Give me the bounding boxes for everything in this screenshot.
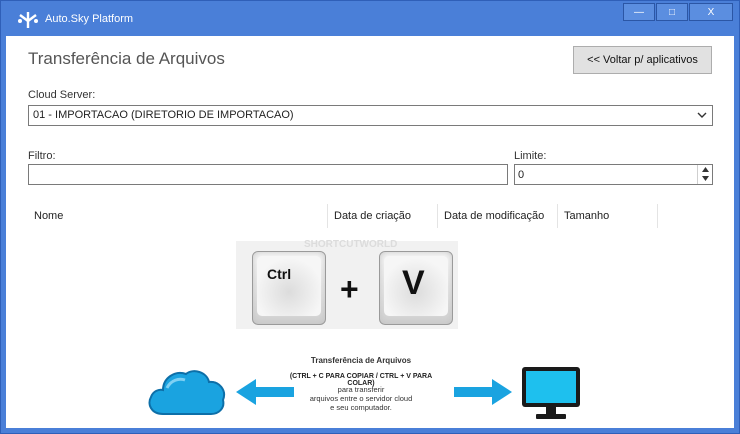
- window-title: Auto.Sky Platform: [45, 13, 134, 25]
- limit-value: 0: [518, 169, 525, 181]
- stepper-buttons: [697, 165, 712, 184]
- main-content: Transferência de Arquivos << Voltar p/ a…: [6, 36, 734, 428]
- title-bar[interactable]: Auto.Sky Platform — □ X: [1, 1, 739, 36]
- v-key: V: [379, 251, 453, 325]
- page-title: Transferência de Arquivos: [28, 49, 225, 68]
- v-key-label: V: [402, 264, 425, 302]
- caret-up-icon: [701, 167, 709, 172]
- caret-down-icon: [701, 176, 709, 181]
- info-title: Transferência de Arquivos: [310, 356, 412, 365]
- cloud-icon: [148, 370, 225, 415]
- increment-button[interactable]: [698, 165, 712, 174]
- monitor-icon: [522, 367, 580, 419]
- close-button[interactable]: X: [689, 3, 733, 21]
- paste-shortcut-illustration: SHORTCUTWORLD Ctrl + V: [236, 239, 458, 329]
- filter-input[interactable]: [28, 164, 508, 185]
- autosky-logo-icon: [18, 12, 38, 28]
- watermark: SHORTCUTWORLD: [304, 239, 398, 250]
- decrement-button[interactable]: [698, 174, 712, 183]
- limit-stepper[interactable]: 0: [514, 164, 713, 185]
- ctrl-key-label: Ctrl: [267, 266, 292, 282]
- cloud-server-select[interactable]: 01 - IMPORTACAO (DIRETORIO DE IMPORTACAO…: [28, 105, 713, 126]
- limit-label: Limite:: [514, 150, 547, 162]
- maximize-button[interactable]: □: [656, 3, 688, 21]
- minimize-button[interactable]: —: [623, 3, 655, 21]
- cloud-server-label: Cloud Server:: [28, 89, 96, 101]
- column-header-name[interactable]: Nome: [28, 204, 328, 228]
- window-controls: — □ X: [622, 3, 733, 21]
- info-description: para transferir arquivos entre o servido…: [309, 385, 413, 412]
- app-window: Auto.Sky Platform — □ X Transferência de…: [0, 0, 740, 434]
- file-grid-header: Nome Data de criação Data de modificação…: [28, 204, 718, 228]
- column-header-modified[interactable]: Data de modificação: [438, 204, 558, 228]
- arrow-right-icon: [454, 379, 512, 405]
- filter-label: Filtro:: [28, 150, 56, 162]
- back-to-apps-button[interactable]: << Voltar p/ aplicativos: [573, 46, 712, 74]
- plus-sign: +: [340, 271, 359, 307]
- column-header-created[interactable]: Data de criação: [328, 204, 438, 228]
- ctrl-key: Ctrl: [252, 251, 326, 325]
- cloud-server-value: 01 - IMPORTACAO (DIRETORIO DE IMPORTACAO…: [33, 109, 294, 121]
- chevron-down-icon[interactable]: [697, 109, 707, 121]
- column-header-size[interactable]: Tamanho: [558, 204, 658, 228]
